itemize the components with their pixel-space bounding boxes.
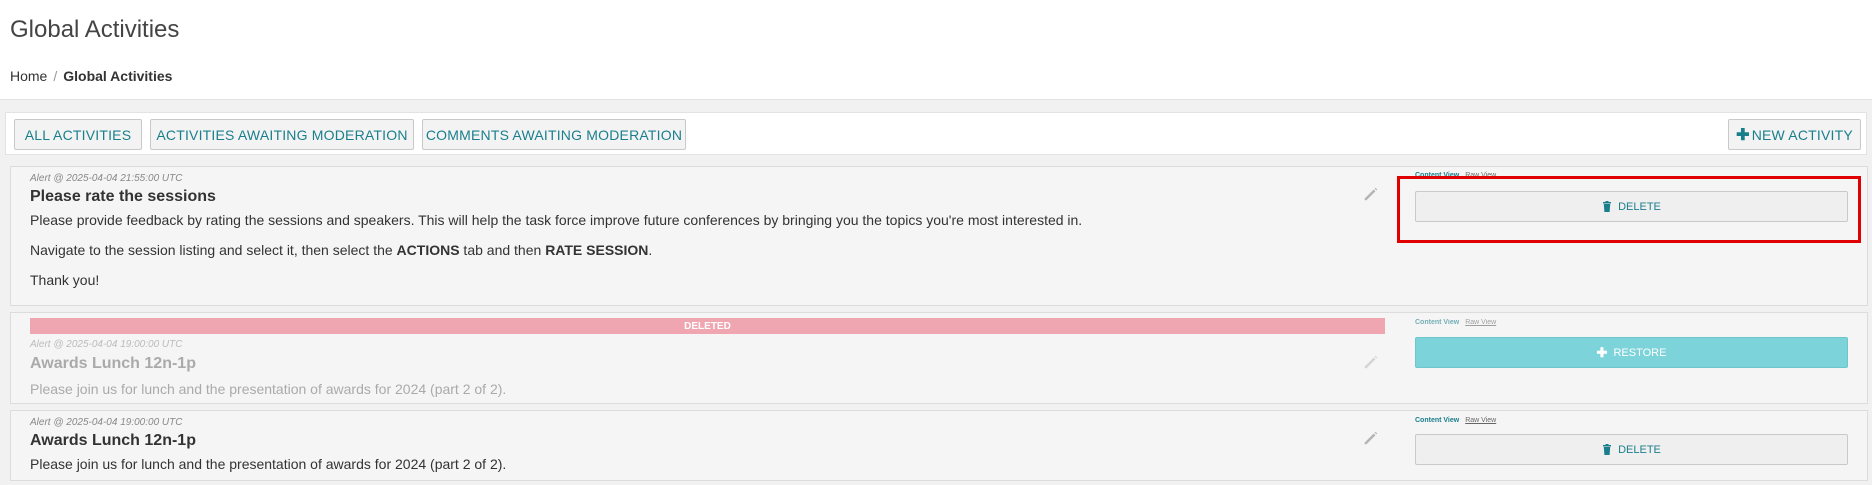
breadcrumb-home[interactable]: Home: [10, 68, 47, 84]
new-activity-label: NEW ACTIVITY: [1751, 126, 1853, 143]
paragraph-bold-actions: ACTIONS: [396, 242, 460, 258]
activity-paragraph: Thank you!: [30, 272, 100, 288]
activity-card: DELETED Alert @ 2025-04-04 19:00:00 UTC …: [10, 312, 1868, 404]
paragraph-text: .: [648, 242, 653, 258]
new-activity-button[interactable]: ✚ NEW ACTIVITY: [1728, 119, 1861, 150]
pencil-icon[interactable]: [1362, 353, 1380, 371]
activity-body: Please provide feedback by rating the se…: [30, 211, 1380, 301]
pencil-icon[interactable]: [1362, 429, 1380, 447]
all-activities-button[interactable]: ALL ACTIVITIES: [14, 119, 142, 150]
activity-paragraph: Please provide feedback by rating the se…: [30, 212, 1083, 228]
paragraph-bold-rate-session: RATE SESSION: [545, 242, 649, 258]
plus-icon: ✚: [1596, 344, 1608, 360]
activity-paragraph: Please join us for lunch and the present…: [30, 381, 507, 397]
delete-button[interactable]: DELETE: [1415, 434, 1848, 465]
pencil-icon[interactable]: [1362, 185, 1380, 203]
highlight-annotation-box: [1397, 176, 1861, 243]
activity-meta: Alert @ 2025-04-04 19:00:00 UTC: [30, 417, 183, 428]
activity-card: Alert @ 2025-04-04 19:00:00 UTC Awards L…: [10, 410, 1868, 481]
activity-title: Awards Lunch 12n-1p: [30, 355, 196, 372]
activity-body: Please join us for lunch and the present…: [30, 380, 1380, 410]
view-links: Content View Raw View: [1415, 319, 1496, 326]
view-links: Content View Raw View: [1415, 417, 1496, 424]
plus-icon: ✚: [1736, 126, 1750, 144]
trash-icon: [1602, 444, 1612, 455]
breadcrumb-separator: /: [53, 68, 58, 84]
activity-title: Awards Lunch 12n-1p: [30, 432, 196, 449]
activity-paragraph: Please join us for lunch and the present…: [30, 456, 507, 472]
breadcrumb: Home / Global Activities: [10, 68, 1862, 84]
activity-toolbar: ALL ACTIVITIES ACTIVITIES AWAITING MODER…: [5, 112, 1867, 155]
raw-view-link[interactable]: Raw View: [1465, 417, 1496, 424]
page-header: Global Activities Home / Global Activities: [0, 0, 1872, 100]
paragraph-text: tab and then: [459, 242, 546, 258]
delete-label: DELETE: [1618, 443, 1661, 456]
deleted-status-bar: DELETED: [30, 318, 1385, 334]
activity-meta: Alert @ 2025-04-04 21:55:00 UTC: [30, 173, 183, 184]
page-title: Global Activities: [10, 16, 180, 43]
comments-awaiting-moderation-button[interactable]: COMMENTS AWAITING MODERATION: [422, 119, 686, 150]
activity-body: Please join us for lunch and the present…: [30, 455, 1380, 485]
activity-meta: Alert @ 2025-04-04 19:00:00 UTC: [30, 339, 183, 350]
activity-paragraph: Navigate to the session listing and sele…: [30, 241, 1380, 259]
restore-button[interactable]: ✚ RESTORE: [1415, 337, 1848, 368]
raw-view-link[interactable]: Raw View: [1465, 319, 1496, 326]
activities-awaiting-moderation-button[interactable]: ACTIVITIES AWAITING MODERATION: [150, 119, 414, 150]
breadcrumb-current: Global Activities: [63, 68, 173, 84]
content-view-link[interactable]: Content View: [1415, 319, 1459, 326]
content-view-link[interactable]: Content View: [1415, 417, 1459, 424]
paragraph-text: Navigate to the session listing and sele…: [30, 242, 397, 258]
activity-title: Please rate the sessions: [30, 188, 216, 205]
restore-label: RESTORE: [1613, 346, 1667, 359]
